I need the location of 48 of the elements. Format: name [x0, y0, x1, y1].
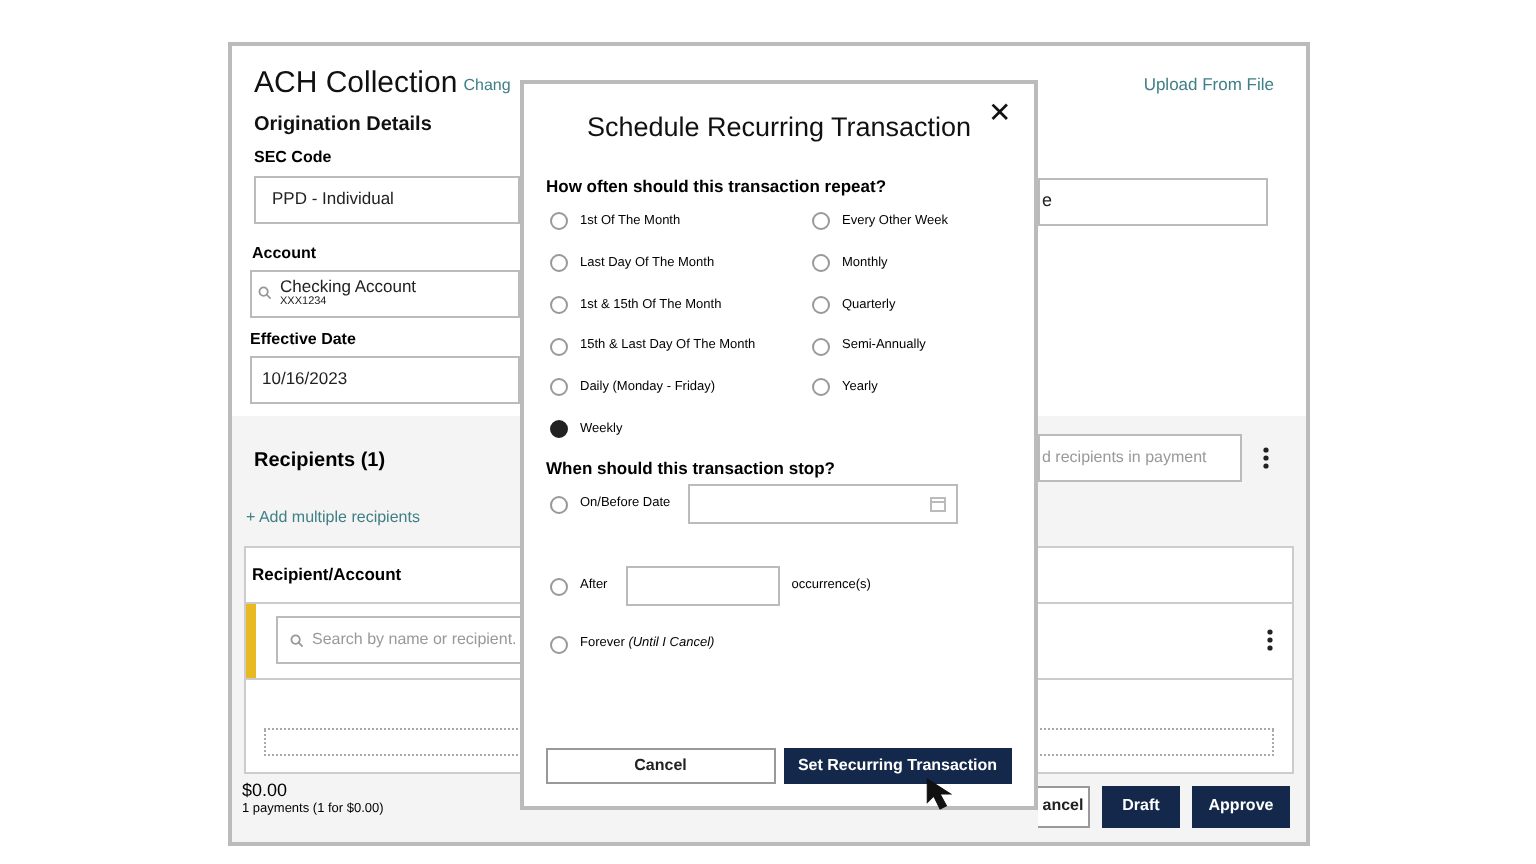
radio-button[interactable] — [550, 577, 568, 596]
section-heading: Recipients (1) — [254, 449, 386, 472]
radio-button[interactable] — [812, 337, 830, 356]
cursor-icon — [926, 778, 952, 810]
radio-button[interactable] — [550, 378, 568, 397]
end-date-field[interactable] — [688, 484, 959, 525]
radio-button[interactable] — [550, 295, 568, 314]
date-field[interactable]: 10/16/2023 — [250, 355, 520, 404]
section-heading: Origination Details — [254, 111, 434, 140]
radio-button[interactable] — [812, 212, 830, 231]
change-link[interactable]: Chang — [463, 73, 511, 98]
page-title: ACH Collection — [254, 67, 458, 98]
radio-button[interactable] — [812, 378, 830, 397]
total-amount: $0.00 — [242, 779, 290, 802]
search-icon — [258, 286, 272, 301]
radio-button[interactable] — [550, 254, 568, 273]
field-label: Effective Date — [250, 327, 358, 352]
question-label: How often should this transaction repeat? — [546, 174, 889, 200]
radio-button[interactable] — [550, 212, 568, 231]
calendar-icon — [930, 496, 947, 513]
radio-button[interactable] — [812, 295, 830, 314]
sec-code-dropdown[interactable]: PPD - Individual — [254, 175, 520, 224]
upload-link[interactable]: Upload From File — [1143, 72, 1274, 98]
account-name: Checking Account — [280, 276, 417, 297]
search-placeholder: Search by name or recipient. — [312, 628, 517, 653]
row-indicator — [246, 603, 256, 678]
more-icon[interactable] — [1262, 445, 1270, 470]
radio-button[interactable] — [812, 254, 830, 273]
cancel-button[interactable]: ancel — [1038, 785, 1090, 828]
text-field[interactable]: e — [1038, 177, 1268, 226]
column-header: Recipient/Account — [252, 561, 402, 588]
occurrences-field[interactable] — [625, 566, 780, 607]
dialog-title: Schedule Recurring Transaction — [586, 110, 972, 146]
add-recipients-link[interactable]: + Add multiple recipients — [246, 505, 420, 530]
radio-button[interactable] — [550, 337, 568, 356]
radio-button[interactable] — [550, 420, 568, 439]
primary-button[interactable]: Set Recurring Transaction — [783, 748, 1012, 784]
field-label: Account — [252, 241, 318, 266]
more-icon[interactable] — [1266, 628, 1274, 653]
question-label: When should this transaction stop? — [546, 455, 837, 481]
cancel-button[interactable]: Cancel — [546, 748, 775, 784]
search-icon — [290, 633, 304, 648]
close-button[interactable]: ✕ — [988, 92, 1012, 134]
primary-button[interactable]: Approve — [1192, 785, 1290, 828]
radio-button[interactable] — [550, 635, 568, 654]
radio-button[interactable] — [550, 495, 568, 514]
primary-button[interactable]: Draft — [1102, 785, 1180, 828]
field-label: SEC Code — [254, 145, 334, 170]
